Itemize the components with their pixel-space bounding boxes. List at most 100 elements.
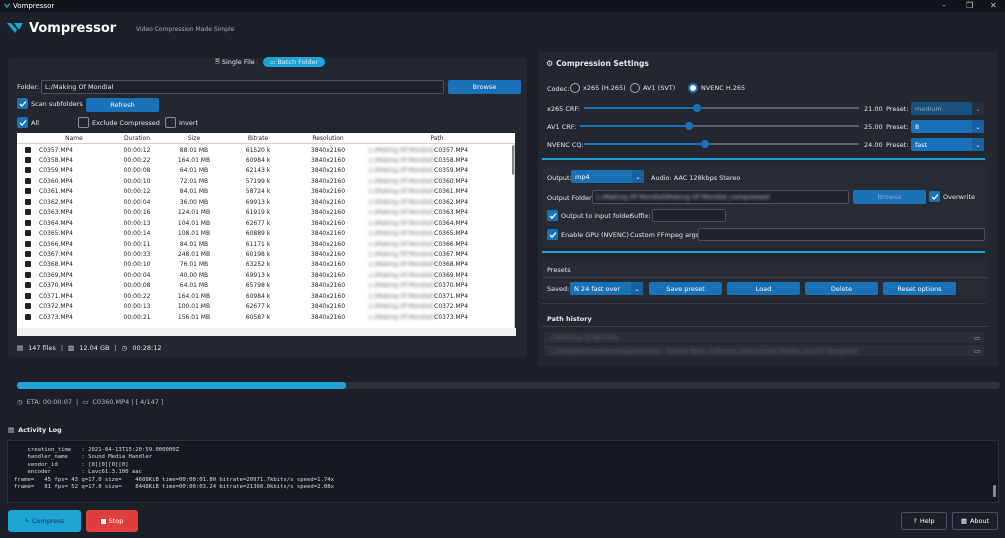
- saved-preset-select[interactable]: N 24 fast over ⌄: [570, 282, 643, 295]
- row-checkbox[interactable]: [25, 156, 31, 163]
- log-scrollbar-thumb[interactable]: [993, 485, 996, 497]
- nvenc-preset-select[interactable]: fast ⌄: [911, 138, 984, 151]
- table-row[interactable]: C0363.MP4 00:00:16 124.01 MB 61919 k 3840x21…: [17, 208, 507, 219]
- table-row[interactable]: C0360.MP4 00:00:10 72.01 MB 57199 k 3840x216…: [17, 176, 507, 187]
- path-file: C0370.MP4: [434, 282, 469, 290]
- table-row[interactable]: C0369.MP4 00:00:04 40.00 MB 69913 k 3840x216…: [17, 270, 507, 281]
- row-checkbox[interactable]: [25, 198, 31, 205]
- column-header-resolution[interactable]: Resolution: [293, 135, 363, 142]
- row-checkbox[interactable]: [25, 146, 31, 153]
- table-row[interactable]: C0370.MP4 00:00:08 64.01 MB 65798 k 3840x216…: [17, 281, 507, 292]
- column-header-bitrate[interactable]: Bitrate: [223, 135, 293, 142]
- table-hscrollbar[interactable]: [17, 328, 516, 336]
- maximize-button[interactable]: ❐: [966, 1, 973, 10]
- folder-input[interactable]: L:/Making Of Mondial: [41, 80, 444, 94]
- path-prefix: L:\Making Of Mondial\: [369, 282, 435, 290]
- table-cell: 00:00:21: [123, 313, 151, 321]
- x265-crf-label: x265 CRF:: [547, 105, 580, 113]
- row-checkbox[interactable]: [25, 303, 31, 310]
- close-button[interactable]: ✕: [990, 1, 997, 10]
- delete-preset-button[interactable]: Delete: [805, 282, 878, 295]
- codec-x265-radio[interactable]: x265 (H.265): [570, 83, 626, 93]
- tab-single-file[interactable]: 🗎 Single File: [210, 56, 260, 68]
- row-checkbox[interactable]: [25, 261, 31, 268]
- about-button[interactable]: ▦ About: [952, 512, 998, 530]
- folder-icon[interactable]: ▭: [974, 347, 984, 355]
- av1-preset-select[interactable]: 8 ⌄: [911, 120, 984, 133]
- table-cell-path: L:\Making Of Mondial\C0358.MP4: [369, 157, 468, 164]
- codec-nvenc-radio[interactable]: NVENC H.265: [688, 83, 745, 93]
- output-browse-button[interactable]: Browse: [853, 190, 926, 204]
- minimize-button[interactable]: –: [942, 1, 946, 10]
- table-row[interactable]: C0372.MP4 00:00:13 100.01 MB 62677 k 3840x21…: [17, 302, 507, 313]
- enable-gpu-checkbox[interactable]: Enable GPU (NVENC): [547, 229, 629, 240]
- table-row[interactable]: C0364.MP4 00:00:13 104.01 MB 62677 k 3840x21…: [17, 218, 507, 229]
- row-checkbox[interactable]: [25, 240, 31, 247]
- row-checkbox[interactable]: [25, 292, 31, 299]
- tab-batch-folder[interactable]: ▭ Batch Folder: [262, 57, 326, 67]
- help-button[interactable]: ? Help: [901, 512, 947, 530]
- custom-args-input[interactable]: [698, 228, 985, 241]
- overwrite-checkbox[interactable]: Overwrite: [929, 191, 975, 202]
- scan-subfolders-checkbox[interactable]: Scan subfolders: [17, 98, 83, 109]
- path-history-item[interactable]: L:\Making Of Mondial ▭: [544, 332, 984, 343]
- browse-folder-button[interactable]: Browse: [448, 80, 521, 94]
- compress-button[interactable]: ϟ Compress: [8, 510, 81, 532]
- row-checkbox[interactable]: [25, 177, 31, 184]
- row-checkbox[interactable]: [25, 271, 31, 278]
- table-cell: 3840x2160: [310, 146, 346, 154]
- av1-crf-slider[interactable]: [580, 121, 859, 131]
- table-row[interactable]: C0361.MP4 00:00:12 84.01 MB 58724 k 3840x216…: [17, 187, 507, 198]
- column-header-name[interactable]: Name: [39, 135, 109, 142]
- output-folder-input[interactable]: L:\Making Of Mondial\Making Of Mondial_c…: [592, 190, 849, 204]
- table-row[interactable]: C0359.MP4 00:00:08 64.01 MB 62143 k 3840x216…: [17, 166, 507, 177]
- table-row[interactable]: C0362.MP4 00:00:04 36.00 MB 69913 k 3840x216…: [17, 197, 507, 208]
- column-header-size[interactable]: Size: [165, 135, 223, 142]
- x265-preset-select[interactable]: medium ⌄: [911, 102, 984, 115]
- table-cell: 63252 k: [245, 261, 271, 269]
- table-cell: 00:00:04: [123, 198, 151, 206]
- table-cell: 3840x2160: [310, 251, 346, 258]
- all-checkbox[interactable]: All: [17, 117, 39, 128]
- row-checkbox[interactable]: [25, 167, 31, 174]
- column-header-duration[interactable]: Duration: [109, 135, 165, 142]
- nvenc-cq-slider[interactable]: [584, 139, 859, 149]
- app-logo-icon: [3, 3, 11, 9]
- codec-av1-radio[interactable]: AV1 (SVT): [630, 83, 675, 93]
- table-scrollbar-thumb[interactable]: [512, 145, 514, 175]
- table-row[interactable]: C0367.MP4 00:00:33 248.01 MB 60198 k 3840x21…: [17, 250, 507, 261]
- row-checkbox[interactable]: [25, 219, 31, 226]
- row-checkbox[interactable]: [25, 230, 31, 237]
- file-table[interactable]: Name Duration Size Bitrate Resolution Pa…: [17, 133, 515, 336]
- x265-crf-slider[interactable]: [584, 103, 859, 113]
- row-checkbox[interactable]: [25, 313, 31, 320]
- table-cell: 164.01 MB: [177, 292, 211, 300]
- activity-log[interactable]: creation_time : 2021-04-13T15:20:59.0000…: [7, 440, 999, 503]
- exclude-compressed-checkbox[interactable]: Exclude Compressed: [78, 117, 160, 128]
- load-preset-button[interactable]: Load: [727, 282, 800, 295]
- table-row[interactable]: C0371.MP4 00:00:22 164.01 MB 60984 k 3840x21…: [17, 291, 507, 302]
- table-row[interactable]: C0365.MP4 00:00:14 108.01 MB 60889 k 3840x21…: [17, 229, 507, 240]
- suffix-input[interactable]: [652, 209, 726, 222]
- reset-options-button[interactable]: Reset options: [883, 282, 956, 295]
- table-row[interactable]: C0366.MP4 00:00:11 84.01 MB 61171 k 3840x216…: [17, 239, 507, 250]
- table-row[interactable]: C0357.MP4 00:00:12 88.01 MB 61520 k 3840x216…: [17, 145, 507, 156]
- folder-icon[interactable]: ▭: [974, 334, 984, 342]
- path-history-item[interactable]: L:\Projects\Drone\Footage\Archive - Soun…: [544, 345, 984, 356]
- column-header-path[interactable]: Path: [363, 135, 511, 142]
- row-checkbox[interactable]: [25, 282, 31, 289]
- table-row[interactable]: C0358.MP4 00:00:22 164.01 MB 60984 k 3840x21…: [17, 155, 507, 166]
- table-header: Name Duration Size Bitrate Resolution Pa…: [17, 133, 515, 144]
- stop-button[interactable]: Stop: [86, 510, 138, 532]
- invert-checkbox[interactable]: Invert: [165, 117, 198, 128]
- save-preset-button[interactable]: Save preset: [649, 282, 722, 295]
- refresh-button[interactable]: Refresh: [86, 98, 159, 112]
- table-row[interactable]: C0368.MP4 00:00:10 76.01 MB 63252 k 3840x216…: [17, 260, 507, 271]
- row-checkbox[interactable]: [25, 188, 31, 195]
- table-row[interactable]: C0373.MP4 00:00:21 156.01 MB 60587 k 3840x21…: [17, 312, 507, 323]
- row-checkbox[interactable]: [25, 251, 31, 257]
- check-icon: [17, 117, 28, 128]
- row-checkbox[interactable]: [25, 209, 31, 216]
- output-format-select[interactable]: mp4 ⌄: [571, 170, 644, 183]
- output-to-input-checkbox[interactable]: Output to input folder: [547, 210, 632, 221]
